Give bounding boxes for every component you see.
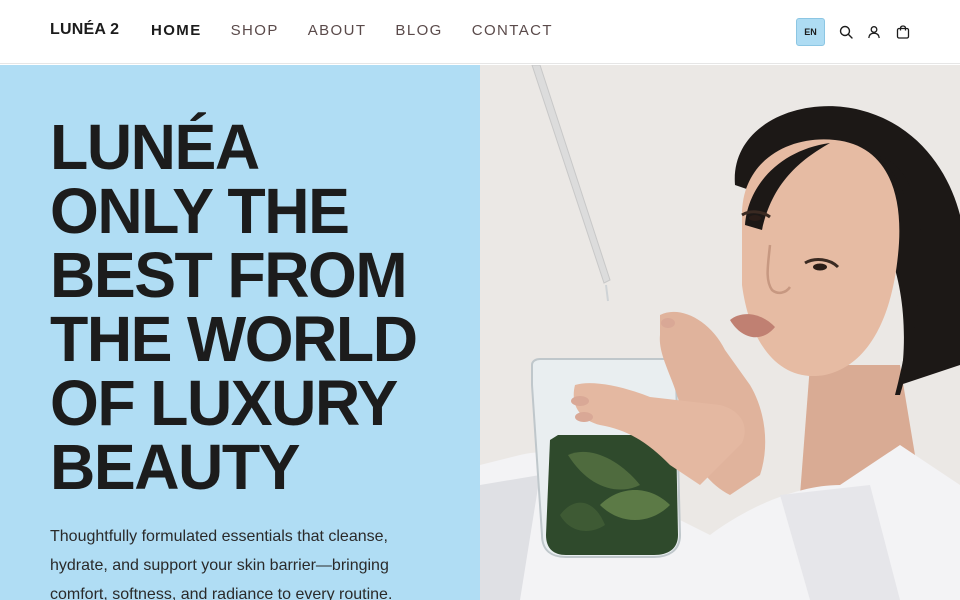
site-logo[interactable]: LUNÉA 2 <box>50 21 119 39</box>
nav-shop[interactable]: SHOP <box>231 22 279 40</box>
hero-subtitle-line: Thoughtfully formulated essentials that … <box>50 528 388 545</box>
nav-blog[interactable]: BLOG <box>395 22 442 40</box>
hero-subtitle-line: comfort, softness, and radiance to every… <box>50 586 393 600</box>
hero-subtitle-line: hydrate, and support your skin barrier—b… <box>50 557 389 574</box>
hero-title-line: BEAUTY <box>50 431 301 503</box>
nav-contact[interactable]: CONTACT <box>472 22 553 40</box>
hero-subtitle: Thoughtfully formulated essentials that … <box>50 522 410 600</box>
hero-title: LUNÉA ONLY THE BEST FROM THE WORLD OF LU… <box>50 115 462 499</box>
hero-title-line: ONLY THE <box>50 175 350 247</box>
hero-title-line: OF LUXURY <box>50 367 398 439</box>
hero-title-line: LUNÉA <box>50 111 260 183</box>
site-header: LUNÉA 2 HOME SHOP ABOUT BLOG CONTACT EN <box>0 0 960 64</box>
cart-icon[interactable] <box>896 25 910 39</box>
language-button[interactable]: EN <box>796 18 825 46</box>
model-illustration <box>480 65 960 600</box>
nav-home[interactable]: HOME <box>151 22 202 40</box>
hero-image <box>480 65 960 600</box>
nav-about[interactable]: ABOUT <box>308 22 367 40</box>
main-nav: HOME SHOP ABOUT BLOG CONTACT <box>151 22 582 40</box>
account-icon[interactable] <box>867 25 881 39</box>
search-icon[interactable] <box>839 25 853 39</box>
hero-title-line: THE WORLD <box>50 303 418 375</box>
hero-title-line: BEST FROM <box>50 239 408 311</box>
